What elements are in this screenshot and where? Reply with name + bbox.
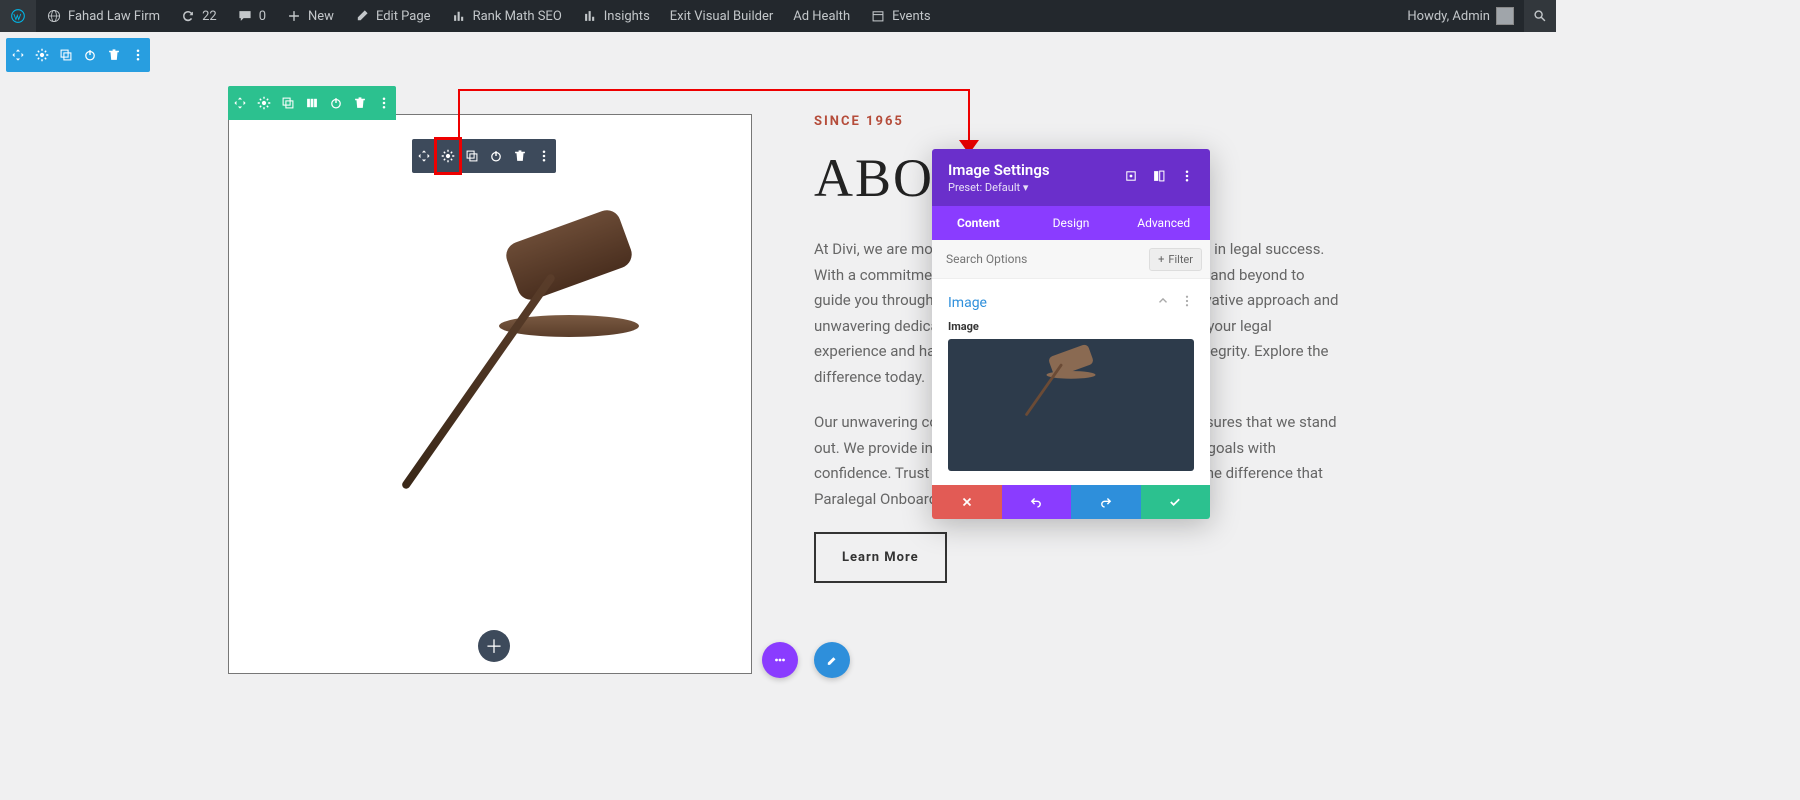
save-button[interactable] bbox=[1141, 485, 1211, 519]
new-menu[interactable]: New bbox=[276, 0, 344, 32]
power-icon[interactable] bbox=[484, 139, 508, 173]
search-input[interactable] bbox=[940, 246, 1149, 272]
gear-icon[interactable] bbox=[30, 38, 54, 72]
wordpress-icon bbox=[10, 8, 26, 24]
calendar-icon bbox=[870, 8, 886, 24]
power-icon[interactable] bbox=[78, 38, 102, 72]
panel-tabs: Content Design Advanced bbox=[932, 206, 1210, 240]
fab-edit[interactable] bbox=[814, 642, 850, 678]
ad-health-label: Ad Health bbox=[793, 9, 850, 24]
move-icon[interactable] bbox=[6, 38, 30, 72]
duplicate-icon[interactable] bbox=[276, 86, 300, 120]
annotation-arrow bbox=[458, 89, 460, 139]
columns-icon[interactable] bbox=[300, 86, 324, 120]
section-header[interactable]: Image bbox=[932, 279, 1210, 320]
plus-icon: + bbox=[1158, 253, 1164, 266]
move-icon[interactable] bbox=[228, 86, 252, 120]
comments-count: 0 bbox=[259, 9, 266, 24]
avatar bbox=[1496, 7, 1514, 25]
row-toolbar bbox=[228, 86, 396, 120]
learn-more-button[interactable]: Learn More bbox=[814, 532, 947, 583]
edit-page[interactable]: Edit Page bbox=[344, 0, 441, 32]
site-name[interactable]: Fahad Law Firm bbox=[36, 0, 170, 32]
exit-vb-label: Exit Visual Builder bbox=[670, 9, 773, 24]
more-icon[interactable] bbox=[532, 139, 556, 173]
annotation-arrow bbox=[968, 89, 970, 145]
tab-design[interactable]: Design bbox=[1025, 206, 1118, 240]
updates[interactable]: 22 bbox=[170, 0, 227, 32]
module-toolbar bbox=[412, 139, 556, 173]
insights-label: Insights bbox=[604, 9, 650, 24]
admin-search[interactable] bbox=[1524, 0, 1556, 32]
image-settings-panel: Image Settings Preset: Default ▾ Content… bbox=[932, 149, 1210, 519]
new-label: New bbox=[308, 9, 334, 24]
tab-advanced[interactable]: Advanced bbox=[1117, 206, 1210, 240]
tab-content[interactable]: Content bbox=[932, 206, 1025, 240]
gavel-image bbox=[229, 115, 751, 673]
trash-icon[interactable] bbox=[508, 139, 532, 173]
more-icon[interactable] bbox=[126, 38, 150, 72]
home-icon bbox=[46, 8, 62, 24]
rank-math-label: Rank Math SEO bbox=[473, 9, 562, 24]
section-toolbar bbox=[6, 38, 150, 72]
annotation-arrow bbox=[460, 89, 970, 91]
trash-icon[interactable] bbox=[348, 86, 372, 120]
edit-page-label: Edit Page bbox=[376, 9, 431, 24]
add-module-button[interactable]: ＋ bbox=[478, 630, 510, 662]
events[interactable]: Events bbox=[860, 0, 940, 32]
chevron-up-icon[interactable] bbox=[1156, 293, 1170, 312]
insights[interactable]: Insights bbox=[572, 0, 660, 32]
updates-count: 22 bbox=[202, 9, 217, 24]
refresh-icon bbox=[180, 8, 196, 24]
filter-label: Filter bbox=[1168, 253, 1193, 266]
more-icon[interactable] bbox=[372, 86, 396, 120]
wp-admin-bar: Fahad Law Firm 22 0 New Edit Page Rank M… bbox=[0, 0, 1556, 32]
power-icon[interactable] bbox=[324, 86, 348, 120]
panel-title: Image Settings bbox=[948, 161, 1050, 179]
redo-button[interactable] bbox=[1071, 485, 1141, 519]
snap-icon[interactable] bbox=[1152, 168, 1166, 187]
howdy[interactable]: Howdy, Admin bbox=[1397, 0, 1524, 32]
search-icon bbox=[1533, 9, 1547, 23]
image-thumbnail[interactable] bbox=[948, 339, 1194, 471]
plus-icon bbox=[286, 8, 302, 24]
duplicate-icon[interactable] bbox=[460, 139, 484, 173]
bars-icon bbox=[582, 8, 598, 24]
rank-math[interactable]: Rank Math SEO bbox=[441, 0, 572, 32]
cancel-button[interactable] bbox=[932, 485, 1002, 519]
fab-more[interactable] bbox=[762, 642, 798, 678]
chart-icon bbox=[451, 8, 467, 24]
section-label: Image bbox=[948, 295, 987, 311]
move-icon[interactable] bbox=[412, 139, 436, 173]
eyebrow-text: SINCE 1965 bbox=[814, 114, 1344, 129]
filter-button[interactable]: + Filter bbox=[1149, 248, 1202, 271]
search-row: + Filter bbox=[932, 240, 1210, 279]
comments[interactable]: 0 bbox=[227, 0, 276, 32]
pencil-icon bbox=[354, 8, 370, 24]
site-name-label: Fahad Law Firm bbox=[68, 9, 160, 24]
more-icon[interactable] bbox=[1180, 168, 1194, 187]
howdy-label: Howdy, Admin bbox=[1407, 9, 1490, 24]
undo-button[interactable] bbox=[1002, 485, 1072, 519]
trash-icon[interactable] bbox=[102, 38, 126, 72]
image-field-label: Image bbox=[948, 320, 1194, 333]
expand-icon[interactable] bbox=[1124, 168, 1138, 187]
wp-logo[interactable] bbox=[0, 0, 36, 32]
panel-footer bbox=[932, 485, 1210, 519]
exit-vb[interactable]: Exit Visual Builder bbox=[660, 0, 783, 32]
panel-header[interactable]: Image Settings Preset: Default ▾ bbox=[932, 149, 1210, 206]
settings-gear-icon[interactable] bbox=[436, 139, 460, 173]
events-label: Events bbox=[892, 9, 930, 24]
more-icon[interactable] bbox=[1180, 293, 1194, 312]
comment-icon bbox=[237, 8, 253, 24]
duplicate-icon[interactable] bbox=[54, 38, 78, 72]
gear-icon[interactable] bbox=[252, 86, 276, 120]
ad-health[interactable]: Ad Health bbox=[783, 0, 860, 32]
panel-preset[interactable]: Preset: Default ▾ bbox=[948, 181, 1050, 194]
image-module[interactable] bbox=[228, 114, 752, 674]
